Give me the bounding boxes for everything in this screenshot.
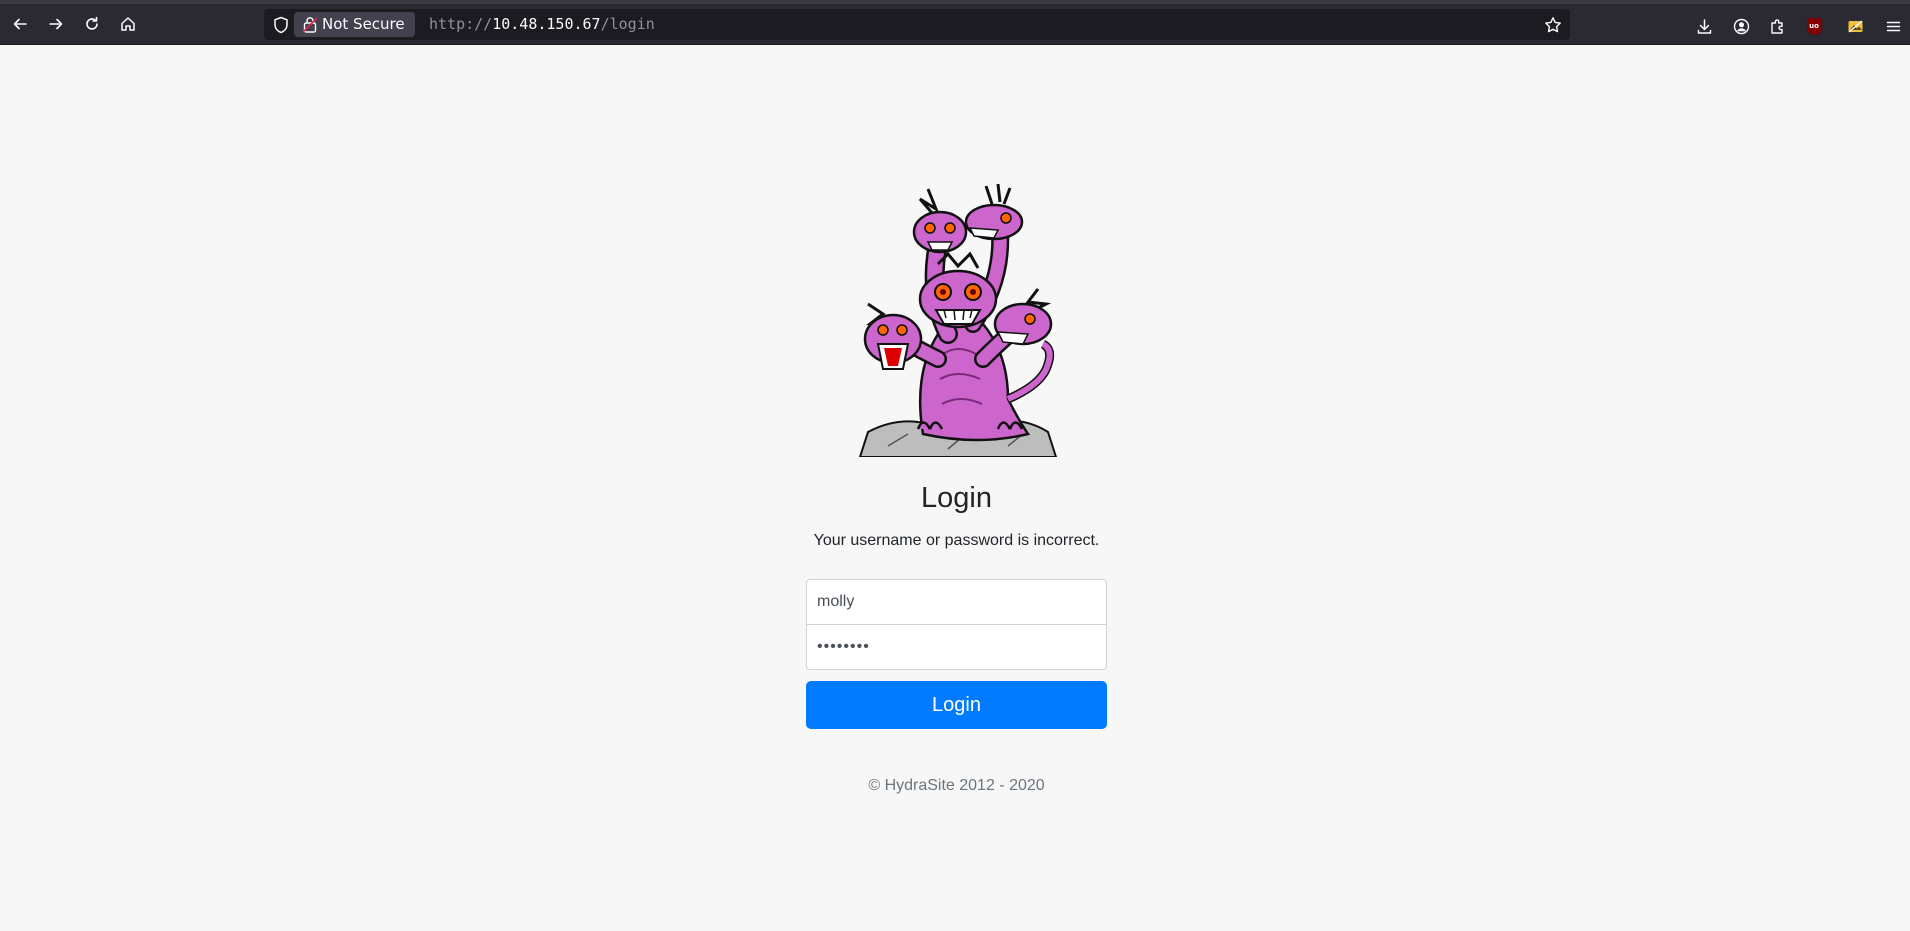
back-button[interactable] (6, 10, 34, 38)
hydra-logo-image (858, 184, 1058, 457)
screenshot-icon (1848, 19, 1862, 33)
lock-icon (302, 17, 318, 33)
login-button[interactable]: Login (806, 681, 1107, 729)
ublock-icon: uo (1806, 17, 1822, 35)
extensions-icon (1770, 18, 1783, 34)
menu-icon (1886, 21, 1900, 31)
url-scheme: http:// (429, 15, 493, 33)
login-error-message: Your username or password is incorrect. (813, 532, 1100, 549)
account-button[interactable] (1727, 12, 1755, 40)
bookmark-star-icon[interactable] (1544, 16, 1562, 34)
username-input[interactable] (806, 579, 1107, 625)
app-menu-button[interactable] (1879, 12, 1907, 40)
screenshot-extension-button[interactable] (1841, 12, 1869, 40)
browser-toolbar: Not Secure http://10.48.150.67/login uo (0, 0, 1910, 45)
home-icon (121, 17, 135, 31)
url-text[interactable]: http://10.48.150.67/login (429, 9, 655, 40)
back-arrow-icon (13, 18, 27, 30)
shield-icon[interactable] (272, 16, 290, 34)
url-bar[interactable]: Not Secure http://10.48.150.67/login (264, 9, 1570, 40)
password-input[interactable] (806, 624, 1107, 670)
forward-arrow-icon (49, 18, 63, 30)
security-label: Not Secure (322, 15, 405, 33)
forward-button[interactable] (42, 10, 70, 38)
account-icon (1733, 18, 1749, 34)
url-path: /login (600, 15, 655, 33)
reload-icon (86, 16, 98, 30)
home-button[interactable] (114, 10, 142, 38)
copyright-footer: © HydraSite 2012 - 2020 (868, 777, 1045, 794)
downloads-button[interactable] (1690, 12, 1718, 40)
download-icon (1697, 18, 1711, 34)
ublock-button[interactable]: uo (1800, 12, 1828, 40)
extensions-button[interactable] (1763, 12, 1791, 40)
url-host: 10.48.150.67 (492, 15, 601, 33)
login-title: Login (921, 482, 992, 514)
reload-button[interactable] (78, 10, 106, 38)
not-secure-badge[interactable]: Not Secure (294, 12, 415, 37)
